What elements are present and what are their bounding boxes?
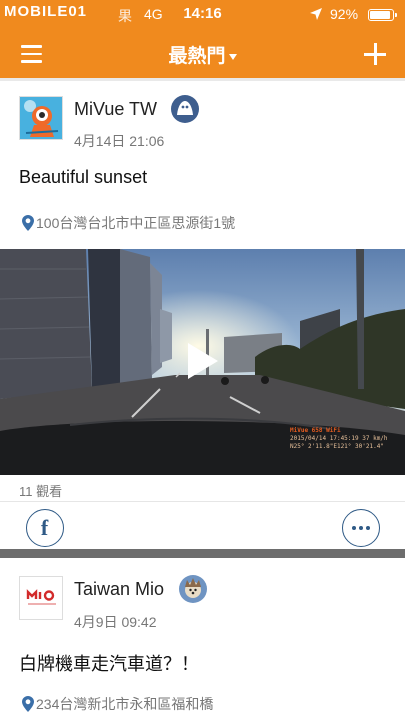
video-player[interactable]: MiVue 658 WiFi 2015/04/14 17:45:19 37 km… — [0, 249, 405, 475]
location-arrow-icon — [310, 8, 322, 20]
post-location[interactable]: 234台灣新北市永和區福和橋 — [22, 694, 213, 714]
map-pin-icon — [22, 696, 34, 712]
add-button[interactable] — [361, 40, 389, 68]
avatar[interactable] — [19, 96, 63, 140]
facebook-share-button[interactable]: f — [26, 509, 64, 547]
nav-bar: 最熱門 — [0, 30, 405, 78]
location-text: 100台灣台北市中正區思源街1號 — [36, 215, 236, 231]
battery-icon — [368, 9, 397, 21]
hedgehog-badge-icon — [179, 575, 207, 603]
play-icon[interactable] — [180, 341, 220, 381]
post-location[interactable]: 100台灣台北市中正區思源街1號 — [22, 213, 235, 233]
map-pin-icon — [22, 215, 34, 231]
location-text: 234台灣新北市永和區福和橋 — [36, 696, 214, 712]
username[interactable]: Taiwan Mio — [74, 579, 164, 600]
nav-title: 最熱門 — [168, 46, 226, 67]
post-card: Taiwan Mio 4月9日 09:42 白牌機車走汽車道？！ 234台灣新北… — [0, 558, 405, 720]
mio-logo-icon — [20, 577, 62, 619]
post-timestamp: 4月9日 09:42 — [74, 614, 157, 630]
post-separator — [0, 549, 405, 558]
post-text: Beautiful sunset — [19, 167, 148, 187]
mascot-icon — [20, 97, 62, 139]
dashcam-overlay: MiVue 658 WiFi 2015/04/14 17:45:19 37 km… — [290, 427, 388, 450]
divider — [0, 501, 405, 502]
avatar[interactable] — [19, 576, 63, 620]
battery-percent: 92% — [330, 6, 359, 22]
status-bar: MOBILE01 果 4G 14:16 92% — [0, 0, 405, 30]
post-card: MiVue TW 4月14日 21:06 Beautiful sunset 10… — [0, 81, 405, 549]
facebook-icon: f — [40, 515, 49, 540]
post-text: 白牌機車走汽車道？！ — [19, 654, 199, 674]
username[interactable]: MiVue TW — [74, 99, 157, 120]
mascot-badge-icon — [171, 95, 199, 123]
view-count: 11 觀看 — [19, 484, 63, 499]
feed-selector[interactable]: 最熱門 — [0, 41, 405, 68]
ellipsis-icon — [352, 526, 356, 530]
post-timestamp: 4月14日 21:06 — [74, 133, 165, 149]
caret-down-icon — [228, 53, 237, 60]
more-options-button[interactable] — [342, 509, 380, 547]
